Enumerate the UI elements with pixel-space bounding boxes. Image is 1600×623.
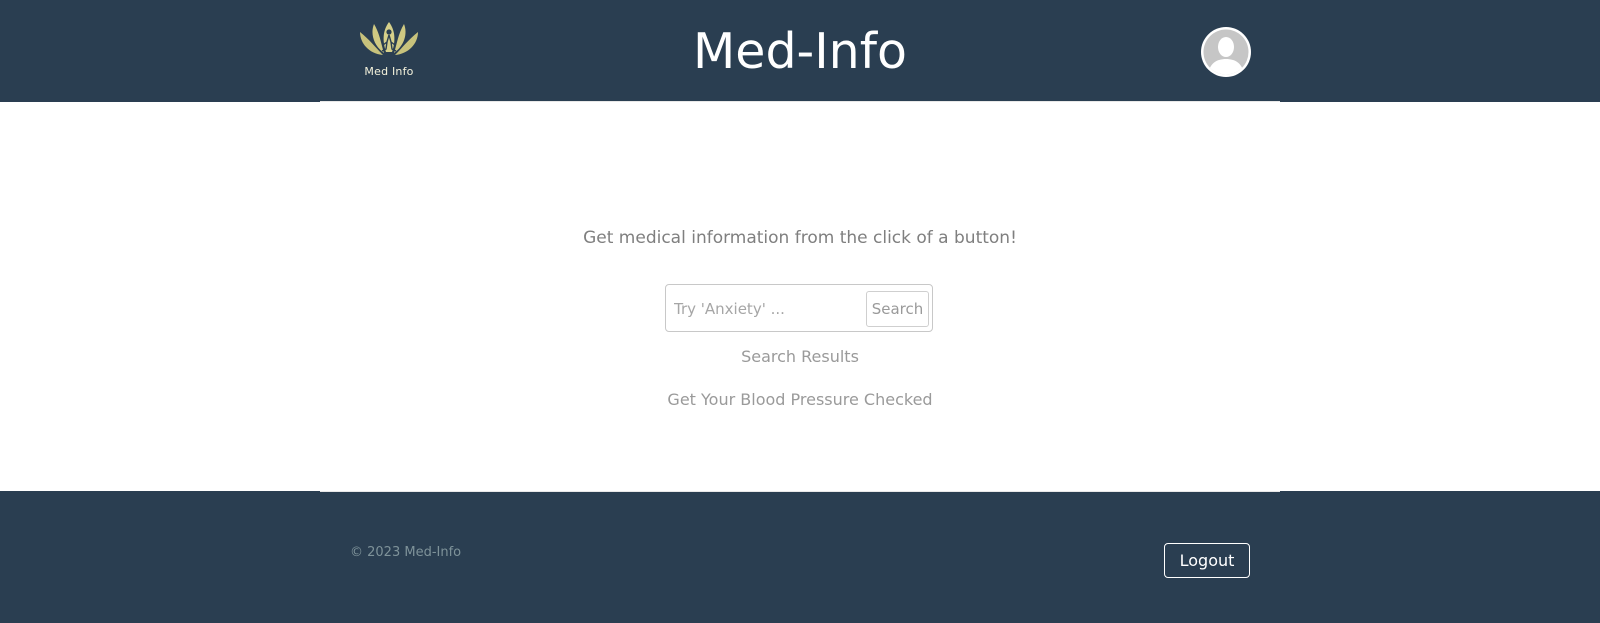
blood-pressure-link[interactable]: Get Your Blood Pressure Checked [320, 390, 1280, 409]
header-container: Med Info Med-Info [320, 0, 1280, 102]
search-button[interactable]: Search [866, 291, 929, 327]
copyright-text: © 2023 Med-Info [350, 545, 462, 560]
footer-container: © 2023 Med-Info Logout [320, 491, 1280, 623]
search-form: Search [665, 284, 933, 332]
avatar[interactable] [1200, 26, 1252, 78]
main-content: Get medical information from the click o… [320, 102, 1280, 491]
tagline: Get medical information from the click o… [583, 228, 1017, 248]
page-title: Med-Info [693, 23, 907, 80]
logout-button[interactable]: Logout [1164, 543, 1250, 578]
site-header: Med Info Med-Info [0, 0, 1600, 102]
search-results-label: Search Results [741, 347, 859, 366]
site-footer: © 2023 Med-Info Logout [0, 491, 1600, 623]
search-input[interactable] [672, 291, 858, 327]
user-avatar-icon [1201, 27, 1251, 77]
